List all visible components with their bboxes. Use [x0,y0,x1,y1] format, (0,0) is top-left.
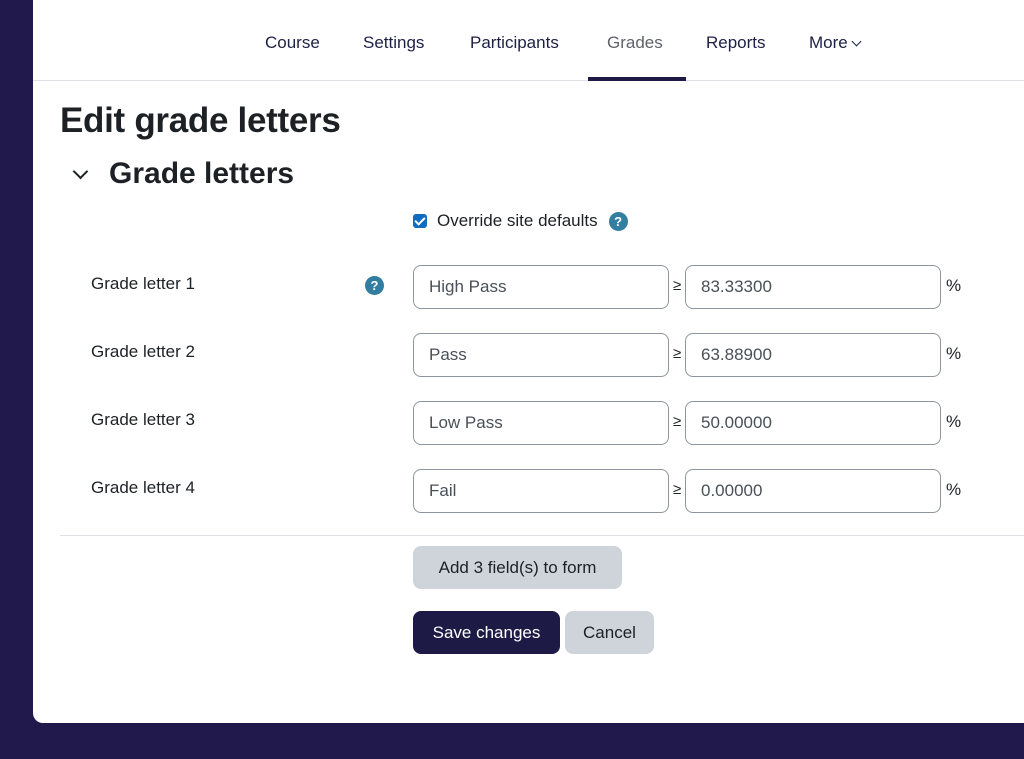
grade-letter-label: Grade letter 1 [91,274,195,293]
tab-grades[interactable]: Grades [607,33,663,53]
override-label[interactable]: Override site defaults [437,211,598,231]
grade-letter-label: Grade letter 4 [91,478,195,497]
tab-course[interactable]: Course [265,33,320,53]
grade-letter-row: Grade letter 2 Pass ≥ 63.88900 % [33,333,1024,377]
geq-symbol: ≥ [673,277,682,294]
tab-participants[interactable]: Participants [470,33,559,53]
grade-boundary-input[interactable]: 0.00000 [685,469,941,513]
collapse-section-toggle[interactable] [71,163,91,186]
grade-letter-input[interactable]: Fail [413,469,669,513]
grade-letter-input[interactable]: Low Pass [413,401,669,445]
grade-letter-label: Grade letter 3 [91,410,195,429]
help-icon[interactable]: ? [608,211,628,231]
grade-letter-input[interactable]: Pass [413,333,669,377]
secondary-navigation: Course Settings Participants Grades Repo… [33,0,1024,81]
tab-more[interactable]: More [809,33,862,53]
tab-reports[interactable]: Reports [706,33,766,53]
override-checkbox[interactable] [413,214,427,228]
grade-boundary-input[interactable]: 83.33300 [685,265,941,309]
tab-more-label: More [809,33,848,52]
chevron-down-icon [851,36,862,47]
main-card: Course Settings Participants Grades Repo… [33,0,1024,723]
percent-symbol: % [946,480,962,499]
active-tab-indicator [588,77,686,81]
percent-symbol: % [946,276,962,295]
grade-letter-row: Grade letter 4 Fail ≥ 0.00000 % [33,469,1024,513]
grade-letter-row: Grade letter 1 ? High Pass ≥ 83.33300 % [33,265,1024,309]
divider [60,535,1024,536]
geq-symbol: ≥ [673,481,682,498]
grade-letter-input[interactable]: High Pass [413,265,669,309]
cancel-button[interactable]: Cancel [565,611,654,654]
section-title: Grade letters [109,157,295,190]
grade-boundary-input[interactable]: 63.88900 [685,333,941,377]
grade-letter-row: Grade letter 3 Low Pass ≥ 50.00000 % [33,401,1024,445]
geq-symbol: ≥ [673,413,682,430]
chevron-down-icon [72,163,89,180]
geq-symbol: ≥ [673,345,682,362]
grade-letter-label: Grade letter 2 [91,342,195,361]
grade-boundary-input[interactable]: 50.00000 [685,401,941,445]
override-row: Override site defaults ? [413,211,628,231]
help-icon[interactable]: ? [365,276,384,295]
page-title: Edit grade letters [60,101,341,140]
save-changes-button[interactable]: Save changes [413,611,560,654]
percent-symbol: % [946,344,962,363]
tab-settings[interactable]: Settings [363,33,424,53]
percent-symbol: % [946,412,962,431]
add-fields-button[interactable]: Add 3 field(s) to form [413,546,622,589]
